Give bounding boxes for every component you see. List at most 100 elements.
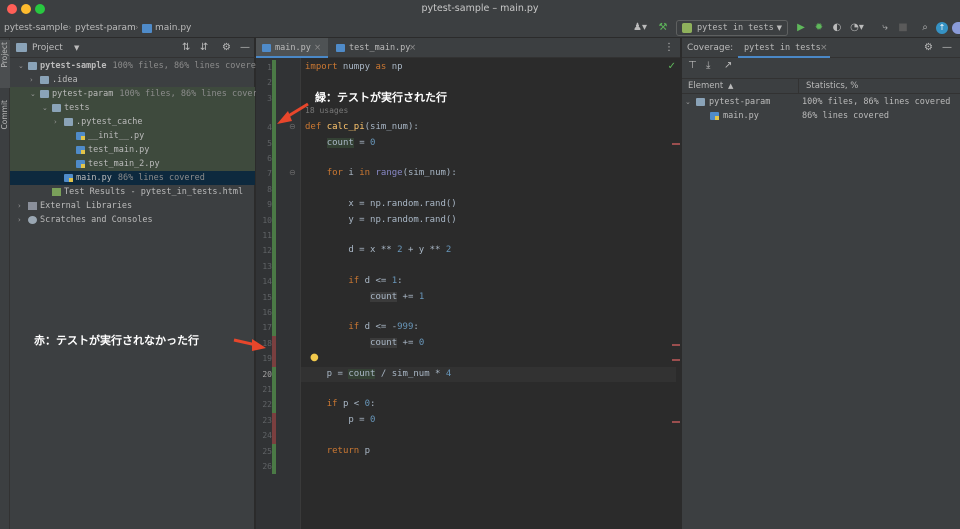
uncovered-line-marker[interactable] [272,428,276,444]
covered-line-marker[interactable] [272,90,276,121]
scrollbar-marker[interactable] [672,343,680,346]
inspection-ok-icon[interactable]: ✓ [668,61,676,72]
line-number[interactable]: 25 [256,447,272,456]
more-options-icon[interactable]: ⋮ [664,38,674,58]
line-number[interactable]: 16 [256,308,272,317]
gear-icon[interactable]: ⚙ [924,38,933,58]
uncovered-line-marker[interactable] [272,335,276,352]
covered-line-marker[interactable] [272,151,276,167]
chevron-right-icon[interactable]: › [30,73,33,87]
line-number[interactable]: 20 [256,370,272,379]
line-number[interactable]: 18 [256,339,272,348]
covered-line-marker[interactable] [272,382,276,398]
covered-line-marker[interactable] [272,212,276,228]
covered-line-marker[interactable] [272,120,276,136]
stop-icon[interactable]: ■ [896,21,910,35]
line-number[interactable]: 21 [256,385,272,394]
covered-line-marker[interactable] [272,75,276,91]
breadcrumb-project[interactable]: pytest-sample [4,18,68,38]
tab-main-py[interactable]: main.py × [256,38,328,58]
debug-icon[interactable]: ✹ [812,21,826,35]
covered-line-marker[interactable] [272,397,276,413]
scrollbar-marker[interactable] [672,358,680,361]
scrollbar-marker[interactable] [672,143,680,146]
commit-tool-label[interactable]: Commit [0,100,10,129]
chevron-right-icon[interactable]: › [18,199,21,213]
line-number[interactable]: 8 [256,185,272,194]
chevron-right-icon[interactable]: › [54,115,57,129]
uncovered-line-marker[interactable] [272,351,276,367]
line-number[interactable]: 26 [256,462,272,471]
tree-item[interactable]: __init__.py [10,129,255,143]
chevron-down-icon[interactable]: ⌄ [42,101,48,115]
column-element[interactable]: Element [688,79,723,93]
navigate-icon[interactable]: ↗ [724,60,732,71]
line-number[interactable]: 1 [256,63,272,72]
close-tab-icon[interactable]: × [314,38,321,58]
line-number[interactable]: 4 [256,123,272,132]
chevron-down-icon[interactable]: ⌄ [685,95,691,109]
tree-item[interactable]: › .pytest_cache [10,115,255,129]
collapse-all-icon[interactable]: ⇵ [200,38,208,58]
tab-pytest-in-tests[interactable]: pytest in tests × [738,38,830,58]
line-number[interactable]: 10 [256,216,272,225]
scrollbar-marker[interactable] [672,420,680,423]
run-with-coverage-icon[interactable]: ◐ [830,21,844,35]
tree-item[interactable]: ⌄ tests [10,101,255,115]
run-configuration-selector[interactable]: pytest in tests ▼ [676,20,788,36]
covered-line-marker[interactable] [272,166,276,182]
covered-line-marker[interactable] [272,366,276,382]
search-icon[interactable]: ⌕ [918,21,932,35]
coverage-row[interactable]: main.py 86% lines covered [682,109,960,123]
expand-all-icon[interactable]: ⇅ [182,38,190,58]
covered-line-marker[interactable] [272,289,276,305]
coverage-row[interactable]: ⌄ pytest-param 100% files, 86% lines cov… [682,95,960,109]
line-number[interactable]: 9 [256,200,272,209]
tree-item[interactable]: main.py 86% lines covered [10,171,255,185]
covered-line-marker[interactable] [272,228,276,244]
tab-test-main-py[interactable]: test_main.py × [330,38,422,58]
line-number[interactable]: 7 [256,169,272,178]
attach-icon[interactable]: ⤷ [878,21,892,35]
tree-item[interactable]: ⌄ pytest-sample 100% files, 86% lines cove… [10,59,261,73]
line-number[interactable]: 23 [256,416,272,425]
lightbulb-icon[interactable]: ● [310,352,319,363]
covered-line-marker[interactable] [272,258,276,275]
line-number[interactable]: 12 [256,246,272,255]
flatten-packages-icon[interactable]: ⊤ [688,60,697,71]
line-number[interactable]: 3 [256,94,272,103]
minimize-window-button[interactable] [21,4,31,14]
breadcrumb-folder[interactable]: pytest-param [75,18,136,38]
covered-line-marker[interactable] [272,459,276,475]
line-number[interactable]: 24 [256,431,272,440]
chevron-down-icon[interactable]: ⌄ [30,87,36,101]
line-number[interactable]: 19 [256,354,272,363]
covered-line-marker[interactable] [272,320,276,336]
hide-panel-icon[interactable]: — [942,38,952,58]
plugin-icon[interactable] [952,22,960,34]
breadcrumb-file[interactable]: main.py [155,18,191,38]
close-tab-icon[interactable]: × [820,38,828,58]
line-number[interactable]: 13 [256,262,272,271]
line-number[interactable]: 15 [256,293,272,302]
project-panel-title[interactable]: Project [32,38,63,58]
profile-icon[interactable]: ◔▾ [848,21,866,35]
close-window-button[interactable] [7,4,17,14]
tree-item[interactable]: Test Results - pytest_in_tests.html [10,185,255,199]
line-number[interactable]: 6 [256,154,272,163]
line-number[interactable]: 14 [256,277,272,286]
line-number[interactable]: 11 [256,231,272,240]
fold-icon[interactable]: ⊖ [289,122,296,131]
covered-line-marker[interactable] [272,135,276,151]
covered-line-marker[interactable] [272,60,276,76]
user-icon[interactable]: ♟▾ [632,21,648,35]
update-icon[interactable]: ↑ [936,22,948,34]
tree-item[interactable]: › .idea [10,73,255,87]
code-editor[interactable]: 1 2 3 4 5 6 7 8 9 10 11 12 13 14 15 16 17 18 19 20 21 22 23 24 2… [256,58,680,529]
close-tab-icon[interactable]: × [409,38,416,58]
column-statistics[interactable]: Statistics, % [806,79,858,93]
line-number[interactable]: 22 [256,400,272,409]
run-icon[interactable]: ▶ [794,21,808,35]
chevron-down-icon[interactable]: ▼ [74,38,79,58]
project-tool-tab[interactable]: Project [0,40,10,88]
